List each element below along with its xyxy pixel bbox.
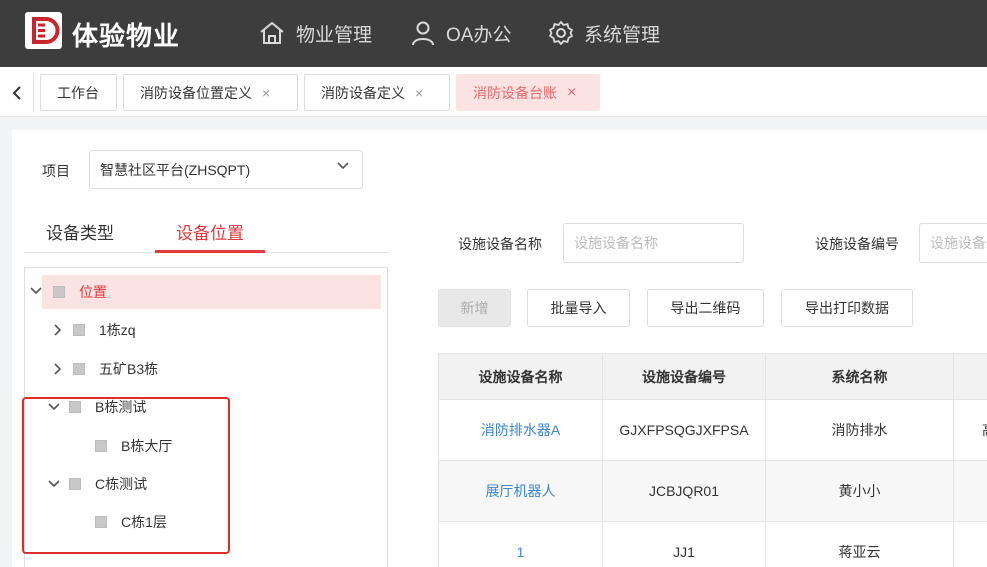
top-navigation-bar: 体验物业 物业管理 OA办公 系统管理	[0, 0, 987, 67]
input-placeholder: 设施设备名称	[574, 235, 658, 251]
table-cell-name-link[interactable]: 消防排水器A	[439, 400, 603, 461]
table-cell-code: JCBJQR01	[603, 461, 766, 522]
table-cell-extra: 高	[954, 400, 987, 461]
main-content-card: 项目 智慧社区平台(ZHSQPT) 设备类型 设备位置 位置 1栋zq 五矿B3…	[12, 130, 987, 567]
folder-icon	[73, 324, 85, 336]
nav-item-system[interactable]: 系统管理	[548, 18, 660, 48]
brand-name: 体验物业	[72, 21, 181, 51]
project-select-value: 智慧社区平台(ZHSQPT)	[100, 161, 251, 178]
equipment-name-label: 设施设备名称	[458, 236, 542, 252]
tab-equipment-location[interactable]: 设备位置	[176, 219, 244, 244]
tree-node-root[interactable]: 位置	[42, 275, 381, 309]
close-icon[interactable]: ×	[415, 85, 423, 101]
tab-label: 消防设备台账	[473, 84, 557, 101]
tab-label: 消防设备定义	[321, 84, 405, 101]
nav-item-label: OA办公	[446, 24, 512, 46]
tab-fire-equipment-def[interactable]: 消防设备定义 ×	[304, 74, 450, 111]
close-icon[interactable]: ×	[567, 84, 576, 102]
tabs-back-button[interactable]	[0, 73, 34, 113]
equipment-name-input[interactable]: 设施设备名称	[563, 223, 744, 263]
table-cell-system: 蒋亚云	[766, 522, 954, 567]
input-placeholder: 设施设备编号	[930, 235, 987, 251]
nav-item-property[interactable]: 物业管理	[258, 18, 372, 48]
table-cell-code: JJ1	[603, 522, 766, 567]
equipment-code-input[interactable]: 设施设备编号	[919, 223, 987, 263]
tab-fire-location-def[interactable]: 消防设备位置定义 ×	[123, 74, 298, 111]
tab-workbench[interactable]: 工作台	[40, 74, 117, 111]
equipment-code-label: 设施设备编号	[815, 236, 899, 252]
chevron-down-icon[interactable]	[29, 284, 43, 298]
tab-label: 工作台	[57, 84, 99, 101]
tree-node-label: 位置	[79, 284, 107, 300]
project-label: 项目	[42, 163, 70, 179]
tree-node-label: 五矿B3栋	[99, 361, 159, 377]
tab-label: 消防设备位置定义	[140, 84, 252, 101]
tab-fire-equipment-ledger[interactable]: 消防设备台账 ×	[456, 74, 600, 111]
nav-item-label: 系统管理	[584, 24, 661, 46]
table-cell-extra	[954, 522, 987, 567]
chevron-right-icon[interactable]	[51, 362, 65, 376]
gear-icon	[549, 21, 573, 45]
table-cell-system: 黄小小	[766, 461, 954, 522]
tree-node-label: 1栋zq	[99, 322, 136, 338]
table-cell-name-link[interactable]: 1	[439, 522, 603, 567]
tree-node-1[interactable]: 1栋zq	[51, 318, 136, 342]
nav-item-label: 物业管理	[296, 24, 373, 46]
home-icon	[260, 21, 284, 44]
add-button[interactable]: 新增	[438, 289, 511, 327]
column-header-code: 设施设备编号	[603, 354, 766, 400]
nav-item-oa[interactable]: OA办公	[410, 18, 511, 48]
chevron-left-icon	[12, 86, 21, 100]
chevron-right-icon[interactable]	[51, 323, 65, 337]
tab-equipment-type[interactable]: 设备类型	[46, 219, 114, 244]
tree-node-2[interactable]: 五矿B3栋	[51, 357, 158, 381]
column-header-extra	[954, 354, 987, 400]
brand-logo-icon[interactable]	[25, 12, 62, 49]
folder-icon	[73, 363, 85, 375]
table-cell-name-link[interactable]: 展厅机器人	[439, 461, 603, 522]
column-header-system: 系统名称	[766, 354, 954, 400]
export-qr-button[interactable]: 导出二维码	[647, 289, 764, 327]
equipment-table: 设施设备名称 设施设备编号 系统名称 消防排水器A GJXFPSQGJXFPSA…	[438, 353, 987, 567]
batch-import-button[interactable]: 批量导入	[527, 289, 630, 327]
table-cell-code: GJXFPSQGJXFPSA	[603, 400, 766, 461]
project-select[interactable]: 智慧社区平台(ZHSQPT)	[89, 150, 363, 189]
active-tab-indicator	[155, 250, 265, 253]
table-cell-extra	[954, 461, 987, 522]
user-icon	[412, 21, 434, 46]
page-tabs-bar: 工作台 消防设备位置定义 × 消防设备定义 × 消防设备台账 ×	[0, 67, 987, 117]
chevron-down-icon	[337, 162, 349, 170]
column-header-name: 设施设备名称	[439, 354, 603, 400]
folder-icon	[53, 286, 65, 298]
export-print-button[interactable]: 导出打印数据	[781, 289, 913, 327]
close-icon[interactable]: ×	[262, 85, 270, 101]
table-cell-system: 消防排水	[766, 400, 954, 461]
highlight-annotation-box	[22, 397, 230, 554]
